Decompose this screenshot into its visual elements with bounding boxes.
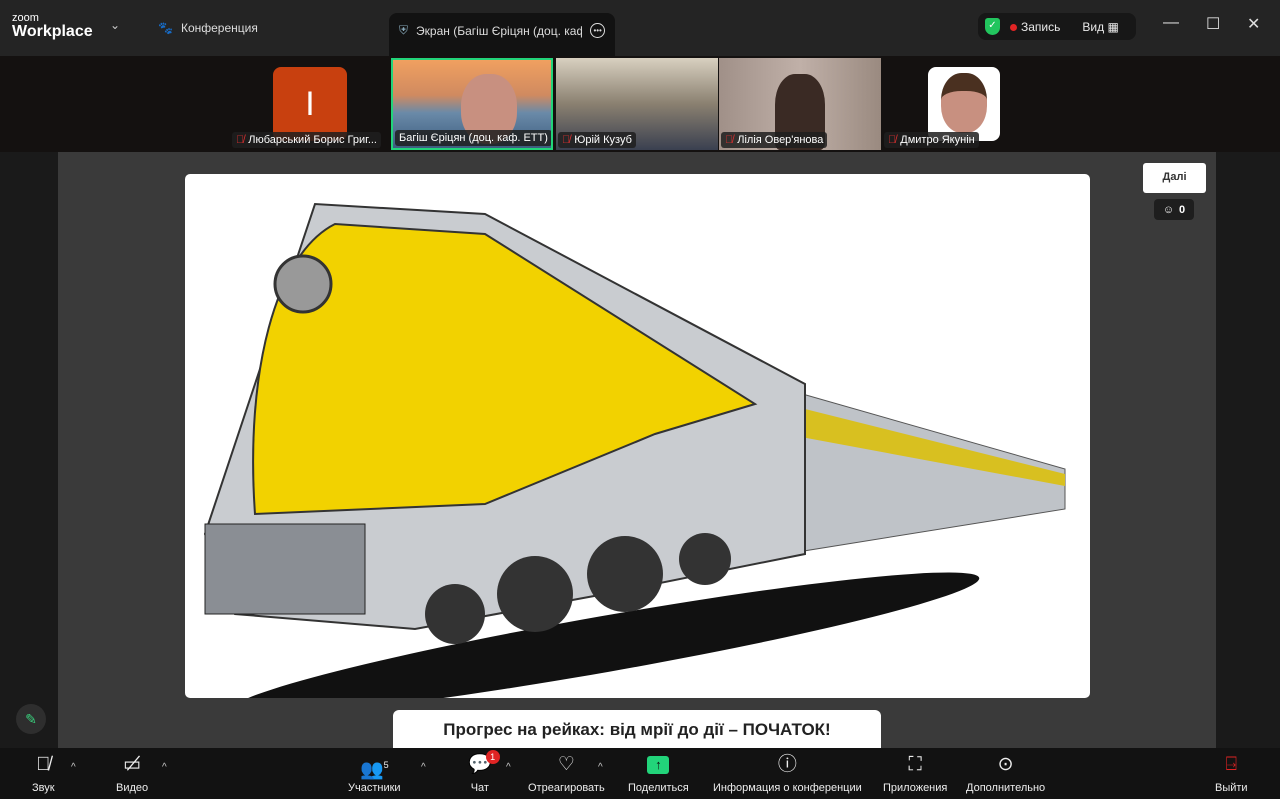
audio-label: Звук (32, 782, 55, 794)
chat-button[interactable]: 💬 1 Чат (468, 750, 500, 794)
apps-button[interactable]: ⛶ Приложения (883, 752, 947, 794)
leave-button[interactable]: ⍈ Выйти (1215, 752, 1248, 794)
video-options-caret[interactable]: ^ (162, 762, 167, 773)
participant-name: Багіш Єріцян (доц. каф. ЕТТ) (395, 130, 551, 146)
chat-label: Чат (470, 782, 489, 794)
apps-label: Приложения (883, 782, 948, 794)
participants-button[interactable]: 👥5 Участники (348, 752, 401, 794)
mic-muted-icon: 🎙̸ (888, 134, 897, 146)
participant-tile-active[interactable]: Багіш Єріцян (доц. каф. ЕТТ) (391, 58, 553, 150)
mic-muted-icon: 🎙̸ (36, 754, 51, 775)
more-label: Дополнительно (966, 782, 1046, 794)
tab-conference-label: Конференция (180, 21, 258, 35)
participant-name: 🎙̸ Дмитро Якунін (884, 132, 979, 148)
share-screen-icon: ↑ (647, 756, 670, 774)
meeting-status-pill: ✓ Запись Вид ▦ (978, 13, 1136, 40)
info-icon: ⓘ (777, 754, 797, 775)
record-dot-icon (1010, 23, 1017, 31)
reactions-count: 0 (1179, 203, 1186, 216)
more-button[interactable]: ⊙ Дополнительно (966, 752, 1045, 794)
view-label: Вид (1082, 19, 1105, 34)
leave-icon: ⍈ (1225, 754, 1237, 775)
avatar: I (273, 67, 347, 141)
record-indicator[interactable]: Запись (1010, 20, 1060, 34)
record-label: Запись (1021, 19, 1061, 34)
react-label: Отреагировать (528, 782, 605, 794)
name-label: Любарський Борис Григ... (248, 134, 377, 146)
tab-screen-label: Экран (Багіш Єріцян (доц. каф. ЕТТ)) (416, 23, 583, 38)
apps-icon: ⛶ (908, 754, 922, 775)
react-button[interactable]: ♡ Отреагировать (528, 752, 605, 794)
more-icon: ⊙ (997, 754, 1014, 775)
title-bar: zoom Workplace ⌄ 🐾 Конференция ⛨ Экран (Ба… (0, 0, 1280, 56)
minimize-button[interactable]: — (1163, 14, 1179, 32)
logo-big-text: Workplace (12, 23, 93, 40)
mic-muted-icon: 🎙̸ (725, 134, 734, 146)
security-shield-icon[interactable]: ✓ (985, 18, 1000, 35)
participant-tile[interactable]: I 🎙̸ Любарський Борис Григ... (230, 58, 392, 150)
grid-icon: ▦ (1107, 19, 1119, 34)
participant-tile[interactable]: 🎙̸ Лілія Овер'янова (719, 58, 881, 150)
chat-badge: 1 (485, 750, 500, 764)
heart-icon: ♡ (557, 754, 575, 775)
share-button[interactable]: ↑ Поделиться (628, 752, 689, 794)
name-label: Дмитро Якунін (900, 134, 975, 146)
react-options-caret[interactable]: ^ (598, 762, 603, 773)
mic-muted-icon: 🎙̸ (236, 134, 245, 146)
more-options-icon[interactable]: ••• (590, 23, 605, 38)
chat-options-caret[interactable]: ^ (506, 762, 511, 773)
name-label: Лілія Овер'янова (737, 134, 824, 146)
participant-tile[interactable]: 🎙̸ Дмитро Якунін (882, 58, 1044, 150)
participants-label: Участники (348, 782, 401, 794)
video-button[interactable]: ▭̸ Видео (116, 752, 148, 794)
participants-count: 5 (383, 760, 389, 770)
add-reaction-icon: ☺ (1162, 203, 1175, 216)
zoom-logo: zoom Workplace (12, 13, 93, 40)
slide-caption: Прогрес на рейках: від мрії до дії – ПОЧ… (393, 710, 881, 748)
university-crest-icon: ⛨ (399, 23, 409, 37)
presentation-slide (185, 174, 1090, 698)
participant-tile[interactable]: 🎙̸ Юрій Кузуб (556, 58, 718, 150)
participant-name: 🎙̸ Юрій Кузуб (558, 132, 636, 148)
participant-name: 🎙̸ Лілія Овер'янова (721, 132, 828, 148)
name-label: Багіш Єріцян (доц. каф. ЕТТ) (399, 132, 548, 144)
meeting-info-button[interactable]: ⓘ Информация о конференции (713, 752, 862, 794)
audio-options-caret[interactable]: ^ (71, 762, 76, 773)
paw-icon: 🐾 (158, 21, 173, 35)
meeting-toolbar: 🎙̸ Звук ^ ▭̸ Видео ^ 👥5 Участники ^ 💬 1 Чат ^… (0, 748, 1280, 799)
video-label: Видео (116, 782, 149, 794)
close-button[interactable]: ✕ (1247, 14, 1260, 34)
name-label: Юрій Кузуб (574, 134, 632, 146)
share-label: Поделиться (628, 782, 689, 794)
reactions-counter[interactable]: ☺ 0 (1154, 199, 1194, 220)
view-button[interactable]: Вид ▦ (1082, 20, 1118, 34)
tab-conference[interactable]: 🐾 Конференция (148, 13, 268, 43)
audio-button[interactable]: 🎙̸ Звук (32, 752, 55, 794)
info-label: Информация о конференции (713, 782, 862, 794)
participants-options-caret[interactable]: ^ (421, 762, 426, 773)
maximize-button[interactable]: ☐ (1206, 14, 1220, 34)
next-button[interactable]: Далі (1143, 163, 1206, 193)
participant-name: 🎙̸ Любарський Борис Григ... (232, 132, 381, 148)
chat-icon: 💬 1 (468, 750, 500, 778)
chevron-down-icon[interactable]: ⌄ (110, 18, 120, 32)
train-illustration (203, 202, 1066, 698)
tab-screen-share[interactable]: ⛨ Экран (Багіш Єріцян (доц. каф. ЕТТ)) ••• (389, 13, 615, 56)
leave-label: Выйти (1215, 782, 1248, 794)
mic-muted-icon: 🎙̸ (562, 134, 571, 146)
annotate-pen-icon[interactable]: ✎ (16, 704, 46, 734)
avatar (928, 67, 1000, 141)
participants-icon: 👥5 (359, 759, 389, 781)
video-off-icon: ▭̸ (123, 754, 142, 775)
